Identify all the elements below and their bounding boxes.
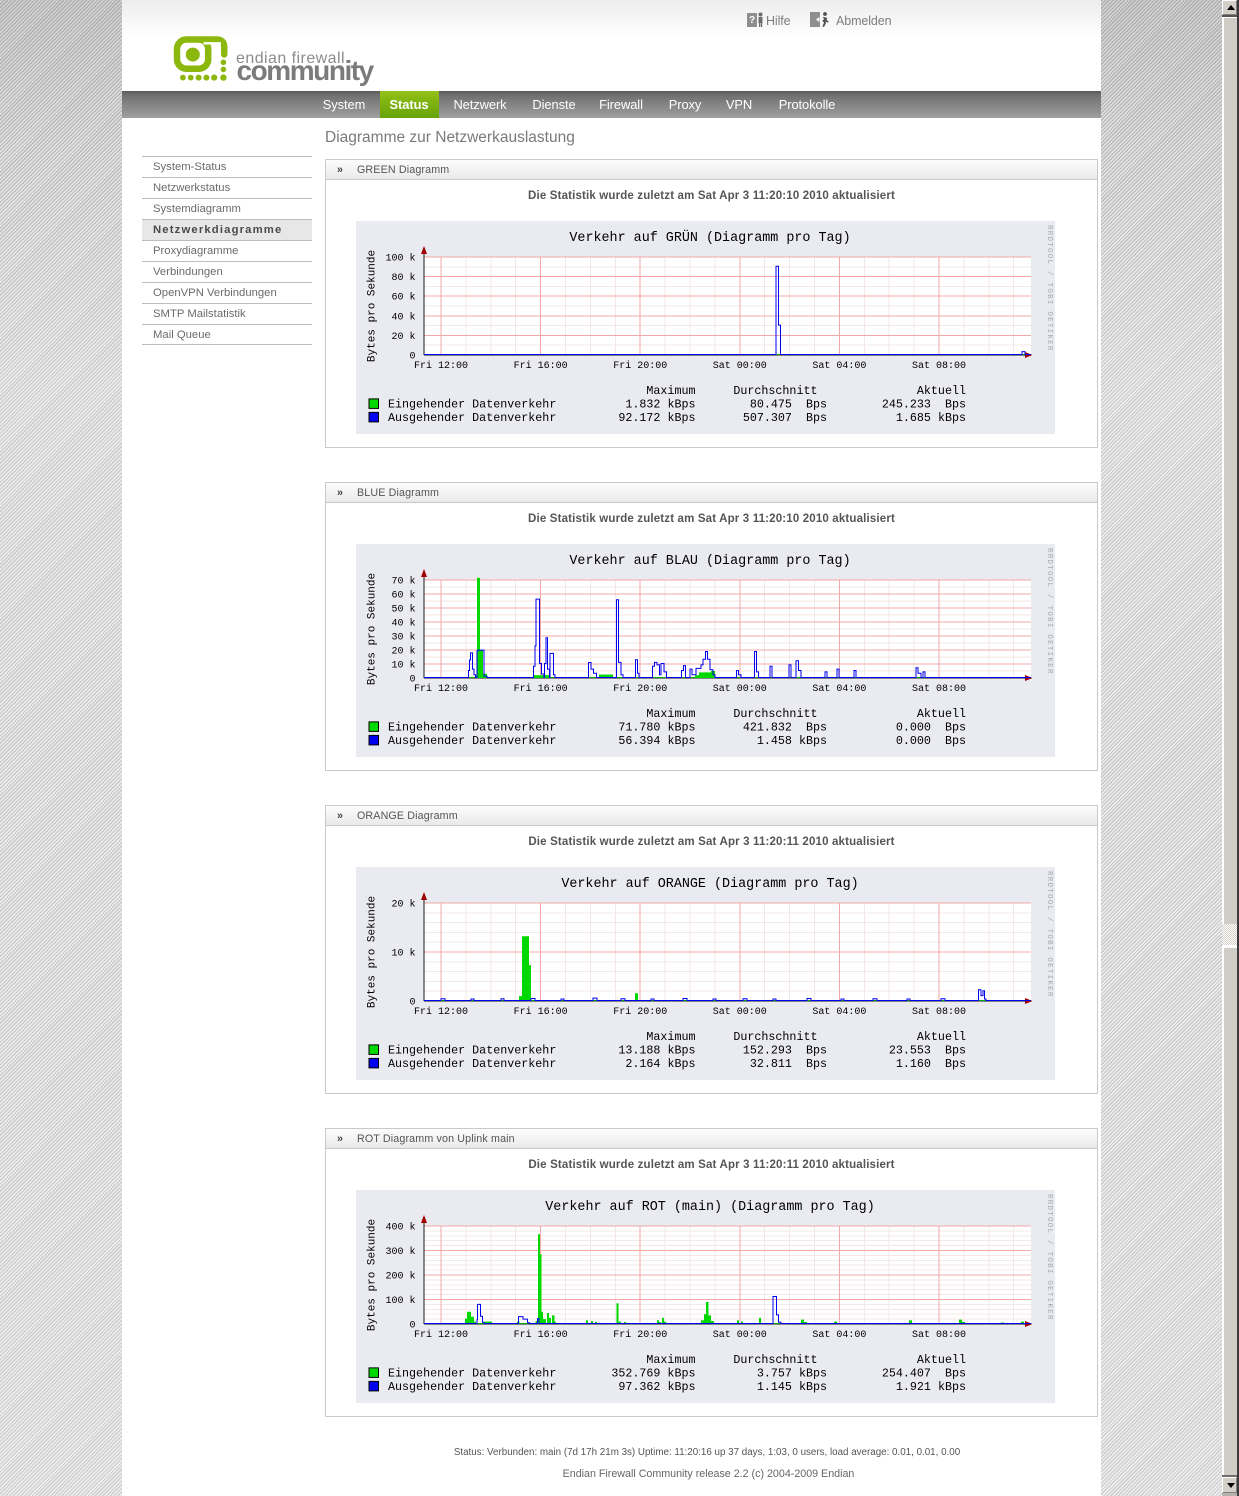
svg-text:200 k: 200 k: [385, 1271, 415, 1283]
svg-text:Ausgehender Datenverkehr: Ausgehender Datenverkehr: [388, 734, 556, 748]
svg-text:70 k: 70 k: [391, 576, 415, 588]
svg-text:92.172 kBps: 92.172 kBps: [618, 411, 695, 425]
svg-text:0.000 Bps: 0.000 Bps: [896, 720, 966, 734]
svg-text:Bytes pro Sekunde: Bytes pro Sekunde: [367, 250, 379, 362]
svg-text:Maximum: Maximum: [646, 1030, 695, 1044]
svg-text:400 k: 400 k: [385, 1222, 415, 1234]
svg-text:Sat 08:00: Sat 08:00: [912, 1330, 966, 1341]
svg-text:97.362 kBps: 97.362 kBps: [618, 1380, 695, 1394]
svg-text:Eingehender Datenverkehr: Eingehender Datenverkehr: [388, 720, 556, 734]
svg-text:Aktuell: Aktuell: [917, 1353, 966, 1367]
svg-text:Durchschnitt: Durchschnitt: [733, 384, 817, 398]
svg-text:32.811 Bps: 32.811 Bps: [750, 1057, 827, 1071]
svg-text:Durchschnitt: Durchschnitt: [733, 1353, 817, 1367]
svg-text:3.757 kBps: 3.757 kBps: [757, 1366, 827, 1380]
svg-text:Aktuell: Aktuell: [917, 707, 966, 721]
svg-text:Verkehr auf GRÜN (Diagramm pro: Verkehr auf GRÜN (Diagramm pro Tag): [569, 231, 850, 246]
svg-text:1.832 kBps: 1.832 kBps: [625, 397, 695, 411]
svg-text:RRDTOOL / TOBI OETIKER: RRDTOOL / TOBI OETIKER: [1045, 225, 1053, 352]
svg-text:Bytes pro Sekunde: Bytes pro Sekunde: [367, 896, 379, 1008]
svg-text:Sat 08:00: Sat 08:00: [912, 1007, 966, 1018]
svg-text:Fri 12:00: Fri 12:00: [414, 360, 468, 372]
svg-text:Aktuell: Aktuell: [917, 384, 966, 398]
svg-text:1.160 Bps: 1.160 Bps: [896, 1057, 966, 1071]
svg-text:Eingehender Datenverkehr: Eingehender Datenverkehr: [388, 397, 556, 411]
svg-text:23.553 Bps: 23.553 Bps: [889, 1043, 966, 1057]
svg-text:RRDTOOL / TOBI OETIKER: RRDTOOL / TOBI OETIKER: [1045, 548, 1053, 675]
svg-text:Verkehr auf ROT (main) (Diagra: Verkehr auf ROT (main) (Diagramm pro Tag…: [545, 1200, 874, 1215]
svg-text:RRDTOOL / TOBI OETIKER: RRDTOOL / TOBI OETIKER: [1045, 871, 1053, 998]
svg-text:Bytes pro Sekunde: Bytes pro Sekunde: [367, 1219, 379, 1331]
svg-text:Sat 04:00: Sat 04:00: [812, 1007, 866, 1018]
svg-text:Bytes pro Sekunde: Bytes pro Sekunde: [367, 573, 379, 685]
svg-text:13.188 kBps: 13.188 kBps: [618, 1043, 695, 1057]
svg-text:Sat 08:00: Sat 08:00: [912, 684, 966, 695]
svg-text:Fri 12:00: Fri 12:00: [414, 683, 468, 695]
svg-text:Maximum: Maximum: [646, 1353, 695, 1367]
svg-text:152.293 Bps: 152.293 Bps: [743, 1043, 827, 1057]
svg-text:Verkehr auf BLAU (Diagramm pro: Verkehr auf BLAU (Diagramm pro Tag): [569, 554, 850, 569]
svg-text:80 k: 80 k: [391, 272, 415, 284]
svg-text:Maximum: Maximum: [646, 707, 695, 721]
svg-text:20 k: 20 k: [391, 899, 415, 911]
svg-text:RRDTOOL / TOBI OETIKER: RRDTOOL / TOBI OETIKER: [1045, 1194, 1053, 1321]
svg-text:71.780 kBps: 71.780 kBps: [618, 720, 695, 734]
svg-text:50 k: 50 k: [391, 604, 415, 616]
svg-text:100 k: 100 k: [385, 253, 415, 265]
svg-text:?: ?: [749, 15, 755, 26]
svg-text:300 k: 300 k: [385, 1246, 415, 1258]
svg-text:1.458 kBps: 1.458 kBps: [757, 734, 827, 748]
svg-text:1.921 kBps: 1.921 kBps: [896, 1380, 966, 1394]
svg-text:421.832 Bps: 421.832 Bps: [743, 720, 827, 734]
svg-text:Sat 08:00: Sat 08:00: [912, 361, 966, 372]
svg-text:Eingehender Datenverkehr: Eingehender Datenverkehr: [388, 1366, 556, 1380]
svg-text:Aktuell: Aktuell: [917, 1030, 966, 1044]
svg-text:Sat 00:00: Sat 00:00: [713, 1330, 767, 1341]
svg-text:40 k: 40 k: [391, 311, 415, 323]
svg-text:Fri 20:00: Fri 20:00: [613, 1329, 667, 1341]
svg-text:30 k: 30 k: [391, 632, 415, 644]
svg-text:352.769 kBps: 352.769 kBps: [611, 1366, 695, 1380]
svg-text:Fri 16:00: Fri 16:00: [514, 360, 568, 372]
svg-text:0.000 Bps: 0.000 Bps: [896, 734, 966, 748]
svg-text:Durchschnitt: Durchschnitt: [733, 1030, 817, 1044]
svg-text:Eingehender Datenverkehr: Eingehender Datenverkehr: [388, 1043, 556, 1057]
svg-text:Sat 04:00: Sat 04:00: [812, 684, 866, 695]
svg-text:Fri 20:00: Fri 20:00: [613, 360, 667, 372]
svg-text:100 k: 100 k: [385, 1295, 415, 1307]
svg-text:Ausgehender Datenverkehr: Ausgehender Datenverkehr: [388, 1380, 556, 1394]
svg-text:60 k: 60 k: [391, 590, 415, 602]
svg-text:Fri 16:00: Fri 16:00: [514, 1329, 568, 1341]
svg-text:1.685 kBps: 1.685 kBps: [896, 411, 966, 425]
svg-text:40 k: 40 k: [391, 618, 415, 630]
svg-text:10 k: 10 k: [391, 948, 415, 960]
svg-text:254.407 Bps: 254.407 Bps: [882, 1366, 966, 1380]
svg-text:10 k: 10 k: [391, 660, 415, 672]
svg-text:1.145 kBps: 1.145 kBps: [757, 1380, 827, 1394]
svg-text:20 k: 20 k: [391, 646, 415, 658]
svg-text:Fri 12:00: Fri 12:00: [414, 1006, 468, 1018]
svg-text:Sat 04:00: Sat 04:00: [812, 361, 866, 372]
svg-text:Sat 00:00: Sat 00:00: [713, 361, 767, 372]
svg-text:Ausgehender Datenverkehr: Ausgehender Datenverkehr: [388, 1057, 556, 1071]
svg-text:Sat 04:00: Sat 04:00: [812, 1330, 866, 1341]
svg-text:Sat 00:00: Sat 00:00: [713, 1007, 767, 1018]
svg-text:245.233 Bps: 245.233 Bps: [882, 397, 966, 411]
svg-text:Fri 16:00: Fri 16:00: [514, 1006, 568, 1018]
svg-text:Fri 20:00: Fri 20:00: [613, 683, 667, 695]
svg-text:60 k: 60 k: [391, 292, 415, 304]
svg-text:Fri 12:00: Fri 12:00: [414, 1329, 468, 1341]
svg-text:80.475 Bps: 80.475 Bps: [750, 397, 827, 411]
svg-text:Maximum: Maximum: [646, 384, 695, 398]
svg-text:Durchschnitt: Durchschnitt: [733, 707, 817, 721]
svg-text:20 k: 20 k: [391, 331, 415, 343]
svg-text:56.394 kBps: 56.394 kBps: [618, 734, 695, 748]
svg-text:Fri 16:00: Fri 16:00: [514, 683, 568, 695]
svg-text:507.307 Bps: 507.307 Bps: [743, 411, 827, 425]
svg-text:Verkehr auf ORANGE (Diagramm p: Verkehr auf ORANGE (Diagramm pro Tag): [561, 877, 858, 892]
svg-text:Ausgehender Datenverkehr: Ausgehender Datenverkehr: [388, 411, 556, 425]
svg-text:Sat 00:00: Sat 00:00: [713, 684, 767, 695]
svg-text:2.164 kBps: 2.164 kBps: [625, 1057, 695, 1071]
svg-text:Fri 20:00: Fri 20:00: [613, 1006, 667, 1018]
